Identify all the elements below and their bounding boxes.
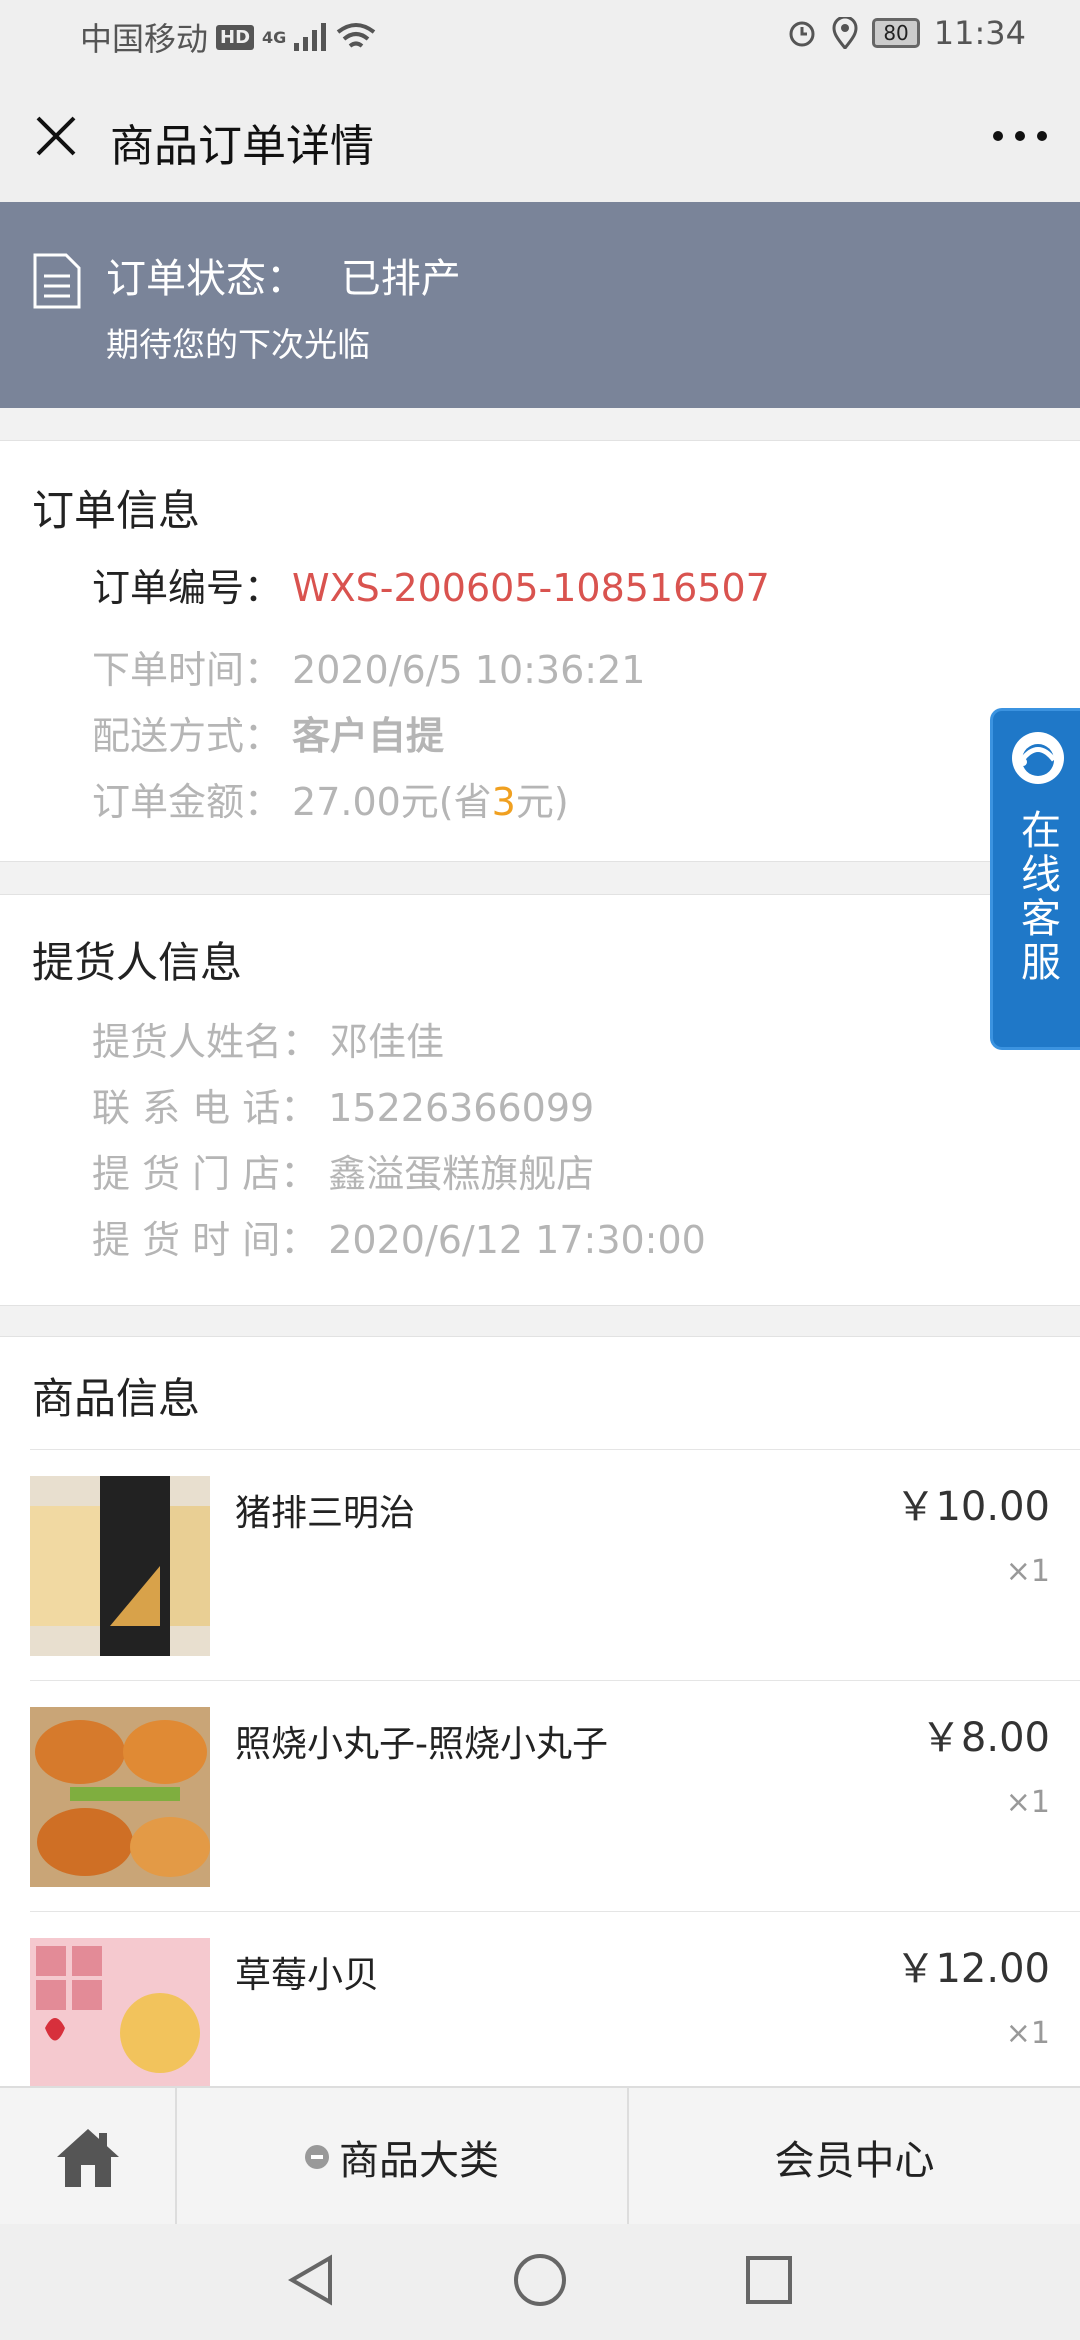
tab-category-label: 商品大类 [339, 2138, 499, 2184]
system-navigation-bar [0, 2224, 1080, 2340]
tab-member-center[interactable]: 会员中心 [629, 2088, 1080, 2226]
pickup-time-value: 2020/6/12 17:30:00 [328, 1218, 706, 1262]
category-icon [305, 2145, 329, 2169]
amount-suffix: 元) [515, 780, 569, 824]
battery-indicator: 80 [872, 18, 920, 48]
home-circle-icon[interactable] [512, 2252, 568, 2308]
pickup-store-row: 提 货 门 店： 鑫溢蛋糕旗舰店 [92, 1143, 594, 1198]
more-icon[interactable] [990, 124, 1050, 148]
amount-value: 27.00元(省 [292, 780, 492, 824]
order-time-row: 下单时间： 2020/6/5 10:36:21 [92, 639, 645, 694]
product-name: 照烧小丸子-照烧小丸子 [235, 1724, 608, 1765]
clock: 11:34 [933, 14, 1026, 52]
product-quantity: ×1 [1005, 2016, 1050, 2051]
amount-row: 订单金额： 27.00元(省3元) [92, 771, 569, 826]
order-time-value: 2020/6/5 10:36:21 [292, 648, 646, 692]
order-number-label: 订单编号： [92, 566, 283, 610]
order-status: 订单状态： 已排产 [106, 246, 461, 304]
network-type: 4G [262, 27, 287, 47]
order-number-row: 订单编号： WXS-200605-108516507 [92, 557, 770, 612]
online-service-label: 在线客服 [1014, 809, 1060, 985]
tab-home[interactable] [0, 2088, 177, 2226]
order-info-card: 订单信息 订单编号： WXS-200605-108516507 下单时间： 2020… [0, 440, 1080, 862]
delivery-value: 客户自提 [292, 714, 445, 758]
product-info-heading: 商品信息 [32, 1374, 201, 1423]
pickup-info-card: 提货人信息 提货人姓名： 邓佳佳 联 系 电 话： 15226366099 提 货 … [0, 894, 1080, 1306]
customer-service-icon [1012, 732, 1064, 784]
order-status-banner: 订单状态： 已排产 期待您的下次光临 [0, 202, 1080, 408]
order-status-label: 订单状态： [106, 256, 306, 302]
product-price: ￥10.00 [895, 1484, 1050, 1530]
tab-category[interactable]: 商品大类 [177, 2088, 629, 2226]
product-thumbnail [30, 1707, 210, 1887]
pickup-phone-row: 联 系 电 话： 15226366099 [92, 1077, 594, 1132]
tab-member-label: 会员中心 [774, 2138, 935, 2184]
product-price: ￥8.00 [920, 1715, 1050, 1761]
location-icon [832, 17, 858, 49]
pickup-store-value: 鑫溢蛋糕旗舰店 [328, 1152, 595, 1196]
delivery-row: 配送方式： 客户自提 [92, 705, 444, 760]
signal-icon [294, 23, 327, 51]
carrier-name: 中国移动 [80, 20, 209, 58]
bottom-tab-bar: 商品大类 会员中心 [0, 2086, 1080, 2226]
banner-subtitle: 期待您的下次光临 [106, 325, 370, 364]
document-icon [33, 253, 81, 309]
pickup-name-value: 邓佳佳 [330, 1020, 445, 1064]
nav-bar: 商品订单详情 [0, 72, 1080, 202]
order-status-value: 已排产 [340, 256, 461, 302]
hd-badge: HD [216, 24, 255, 50]
page-title: 商品订单详情 [110, 121, 374, 172]
product-name: 猪排三明治 [235, 1493, 416, 1534]
recents-icon[interactable] [742, 2252, 796, 2308]
pickup-store-label: 提 货 门 店： [92, 1152, 319, 1196]
pickup-info-heading: 提货人信息 [32, 938, 243, 987]
status-left: 中国移动 HD 4G [80, 14, 376, 60]
order-info-heading: 订单信息 [32, 486, 201, 535]
home-icon [56, 2129, 119, 2187]
pickup-time-label: 提 货 时 间： [92, 1218, 319, 1262]
product-name: 草莓小贝 [235, 1955, 380, 1996]
pickup-name-label: 提货人姓名： [92, 1020, 321, 1064]
wifi-icon [337, 23, 376, 48]
order-time-label: 下单时间： [92, 648, 283, 692]
pickup-phone-label: 联 系 电 话： [92, 1086, 319, 1130]
product-item[interactable]: 猪排三明治 ￥10.00 ×1 [30, 1449, 1080, 1680]
amount-label: 订单金额： [92, 780, 283, 824]
product-thumbnail [30, 1476, 210, 1656]
pickup-phone-value: 15226366099 [328, 1086, 595, 1130]
product-price: ￥12.00 [895, 1946, 1050, 1992]
product-quantity: ×1 [1005, 1785, 1050, 1820]
status-bar: 中国移动 HD 4G 80 11:34 [0, 0, 1080, 72]
pickup-name-row: 提货人姓名： 邓佳佳 [92, 1011, 444, 1066]
order-number-value: WXS-200605-108516507 [292, 566, 770, 610]
back-icon[interactable] [284, 2252, 338, 2308]
amount-saved: 3 [491, 780, 516, 824]
product-item[interactable]: 照烧小丸子-照烧小丸子 ￥8.00 ×1 [30, 1680, 1080, 1911]
status-right: 80 11:34 [786, 14, 1026, 52]
pickup-time-row: 提 货 时 间： 2020/6/12 17:30:00 [92, 1209, 706, 1264]
product-thumbnail [30, 1938, 210, 2088]
online-service-button[interactable]: 在线客服 [990, 708, 1080, 1050]
product-quantity: ×1 [1005, 1554, 1050, 1589]
delivery-label: 配送方式： [92, 714, 283, 758]
alarm-icon [789, 21, 815, 47]
product-item[interactable]: 草莓小贝 ￥12.00 ×1 [30, 1911, 1080, 2088]
close-icon[interactable] [28, 108, 84, 164]
product-info-card: 商品信息 猪排三明治 ￥10.00 ×1 照烧小丸子-照烧小丸子 ￥8.00 ×… [0, 1336, 1080, 2088]
